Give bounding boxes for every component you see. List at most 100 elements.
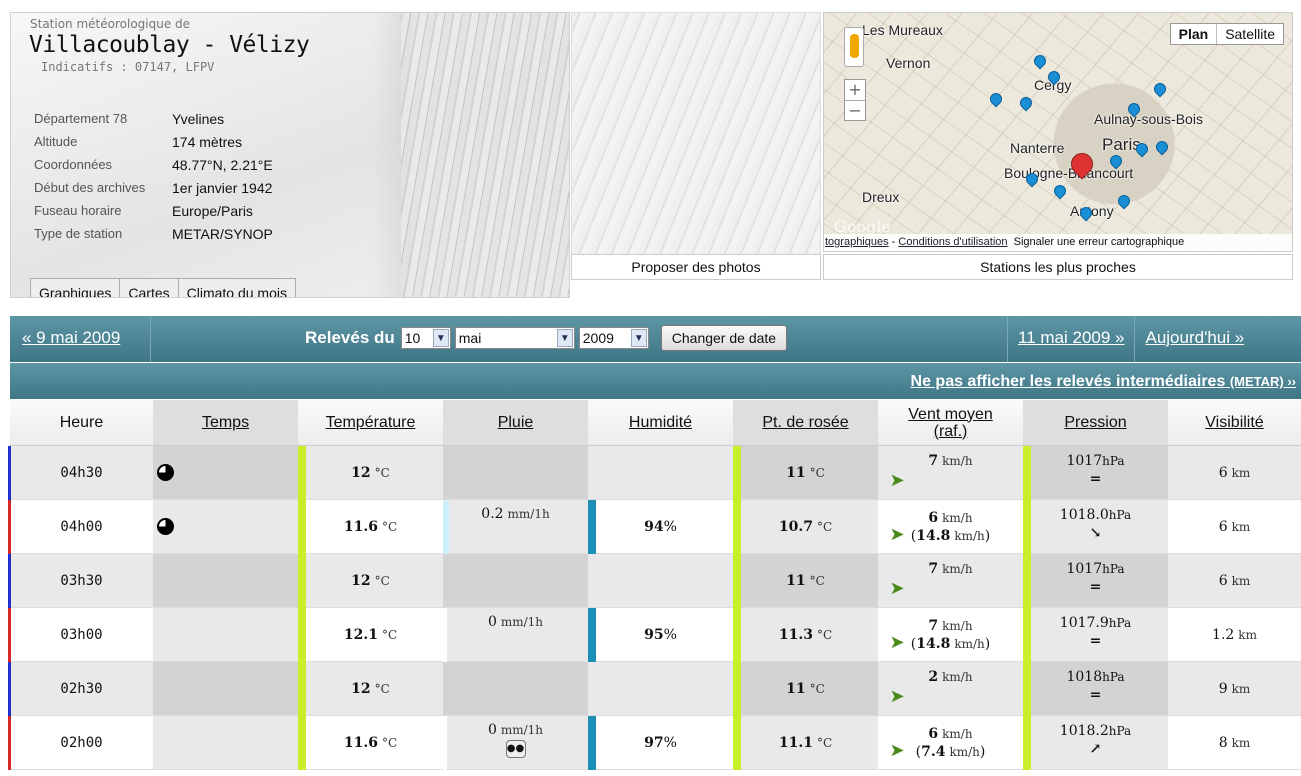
street-view-pegman-icon[interactable]: [844, 27, 864, 67]
pressure-value: 1017: [1066, 453, 1103, 469]
dewpoint-bar: [733, 608, 741, 662]
rain-bar: [443, 608, 447, 662]
pressure-line: 1017.9hPa: [1060, 614, 1131, 632]
rain-value: 0: [487, 614, 497, 630]
previous-day-link[interactable]: « 9 mai 2009: [22, 328, 120, 348]
heure-value: 04h30: [60, 464, 103, 481]
info-row-departement: Département 78 Yvelines: [34, 107, 273, 130]
day-select[interactable]: 10 ▼: [400, 327, 451, 349]
dewpoint-unit: °C: [816, 627, 833, 642]
pressure-unit: hPa: [1108, 508, 1132, 522]
rain-text: 0 mm/1h: [488, 722, 543, 738]
map[interactable]: Les Mureaux Vernon Cergy Aulnay-sous-Boi…: [823, 12, 1293, 252]
cell-vent: ➤ 7 km/h: [878, 446, 1023, 499]
info-value: METAR/SYNOP: [172, 225, 273, 242]
info-row-type: Type de station METAR/SYNOP: [34, 222, 273, 245]
header-humidite[interactable]: Humidité: [588, 400, 733, 445]
chevron-down-icon: ▼: [432, 329, 449, 347]
rain-gauge-icon[interactable]: ●●: [505, 740, 526, 758]
terms-link[interactable]: Conditions d'utilisation: [898, 236, 1007, 248]
station-info-panel: Station météorologique de Villacoublay -…: [10, 12, 570, 298]
pressure-bar: [1023, 716, 1031, 770]
info-value: 1er janvier 1942: [172, 179, 273, 196]
pressure-bar: [1023, 446, 1031, 500]
cell-heure: 04h00: [10, 500, 153, 553]
station-info-table: Département 78 Yvelines Altitude 174 mètre…: [34, 107, 273, 245]
report-error-link[interactable]: Signaler une erreur cartographique: [1014, 236, 1185, 248]
year-value: 2009: [582, 330, 614, 346]
pressure-trend-icon: =: [1089, 579, 1102, 595]
hide-intermediate-link[interactable]: Ne pas afficher les relevés intermédiair…: [911, 373, 1296, 390]
visibility-unit: km: [1231, 735, 1251, 750]
info-row-coordonnees: Coordonnées 48.77°N, 2.21°E: [34, 153, 273, 176]
header-temps-label: Temps: [201, 414, 250, 431]
cell-pression: 1018hPa =: [1023, 662, 1168, 716]
info-row-fuseau: Fuseau horaire Europe/Paris: [34, 199, 273, 222]
heure-value: 04h00: [60, 518, 103, 535]
map-data-link[interactable]: tographiques: [825, 236, 889, 248]
tab-climato-du-mois[interactable]: Climato du mois: [177, 278, 296, 297]
header-pression[interactable]: Pression: [1023, 400, 1168, 445]
cell-vent: ➤ 7 km/h (14.8 km/h): [878, 608, 1023, 661]
cell-vent: ➤ 6 km/h (7.4 km/h): [878, 716, 1023, 769]
gust-line: (14.8 km/h): [910, 527, 991, 544]
next-day-link[interactable]: 11 mai 2009 »: [1018, 328, 1124, 347]
info-key: Début des archives: [34, 180, 146, 195]
header-rosee-label: Pt. de rosée: [762, 414, 849, 431]
header-temps[interactable]: Temps: [153, 400, 298, 445]
pressure-line: 1018.2hPa: [1060, 722, 1131, 740]
change-date-button[interactable]: Changer de date: [660, 325, 788, 351]
header-visibilite[interactable]: Visibilité: [1168, 400, 1301, 445]
rain-bar: [443, 716, 447, 770]
wind-unit: km/h: [942, 454, 973, 468]
cloud-cover-icon: [157, 518, 174, 535]
wind-direction-icon: ➤: [889, 686, 905, 707]
info-value: Europe/Paris: [172, 202, 253, 219]
cell-temps: [153, 662, 298, 715]
map-type-plan[interactable]: Plan: [1171, 24, 1217, 44]
cell-pression: 1017hPa =: [1023, 554, 1168, 608]
tab-cartes[interactable]: Cartes: [119, 278, 179, 297]
cell-temps: [153, 500, 298, 553]
gust-unit: km/h: [954, 528, 985, 543]
wind-direction-icon: ➤: [889, 524, 905, 545]
nav-divider: [150, 316, 151, 362]
pressure-bar: [1023, 554, 1031, 608]
header-temperature[interactable]: Température: [298, 400, 443, 445]
temperature-value: 11.6: [343, 518, 378, 535]
wind-line: 7 km/h: [928, 617, 972, 635]
humidity-value: 95: [644, 626, 664, 643]
month-select[interactable]: mai ▼: [454, 327, 575, 349]
map-type-satellite[interactable]: Satellite: [1216, 24, 1283, 44]
cell-visibilite: 6 km: [1168, 500, 1301, 553]
info-value: 174 mètres: [172, 133, 243, 150]
temperature-value: 12: [351, 572, 371, 589]
zoom-in-icon[interactable]: +: [845, 80, 865, 100]
photo-placeholder[interactable]: [571, 12, 821, 280]
header-rosee[interactable]: Pt. de rosée: [733, 400, 878, 445]
wind-line: 6 km/h: [928, 509, 972, 527]
rain-unit: mm/1h: [507, 507, 550, 521]
zoom-out-icon[interactable]: −: [845, 100, 865, 120]
dewpoint-bar: [733, 554, 741, 608]
rain-text: 0 mm/1h: [488, 614, 543, 630]
dewpoint-bar: [733, 662, 741, 716]
info-key: Altitude: [34, 134, 78, 149]
cell-visibilite: 9 km: [1168, 662, 1301, 715]
humidity-bar: [588, 500, 596, 554]
info-row-altitude: Altitude 174 mètres: [34, 130, 273, 153]
pressure-line: 1018hPa: [1066, 668, 1124, 686]
today-link[interactable]: Aujourd'hui »: [1145, 328, 1244, 347]
dewpoint-value: 11: [786, 680, 806, 697]
cell-visibilite: 8 km: [1168, 716, 1301, 769]
map-footer: tographiques - Conditions d'utilisation …: [824, 234, 1292, 251]
header-vent[interactable]: Vent moyen (raf.): [878, 400, 1023, 445]
cell-temps: [153, 554, 298, 607]
cell-temperature: 11.6 °C: [298, 500, 443, 554]
header-pluie[interactable]: Pluie: [443, 400, 588, 445]
year-select[interactable]: 2009 ▼: [578, 327, 649, 349]
dewpoint-value: 10.7: [778, 518, 813, 535]
propose-photos-link[interactable]: Proposer des photos: [571, 254, 821, 280]
tab-graphiques[interactable]: Graphiques: [30, 278, 121, 297]
visibility-unit: km: [1231, 573, 1251, 588]
